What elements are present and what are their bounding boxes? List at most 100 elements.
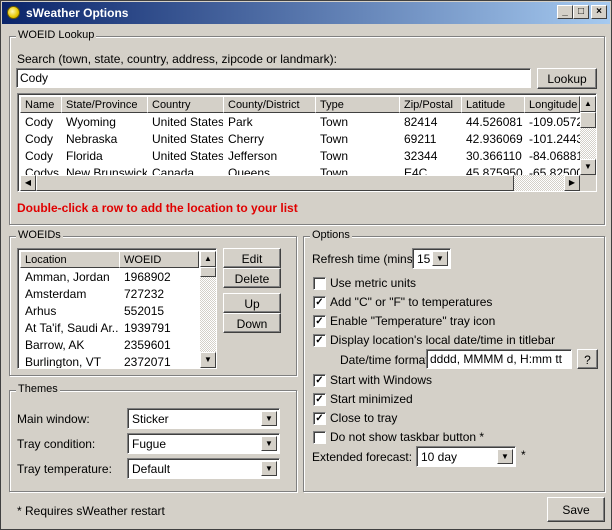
display-local-checkbox[interactable]: ✓ bbox=[313, 334, 326, 347]
main-window-dropdown[interactable]: Sticker ▼ bbox=[127, 408, 280, 429]
column-header-zip[interactable]: Zip/Postal bbox=[399, 96, 462, 113]
minimize-button[interactable]: _ bbox=[557, 5, 573, 19]
cell-woeid: 1939791 bbox=[124, 321, 171, 335]
column-header-county[interactable]: County/District bbox=[223, 96, 316, 113]
cell-woeid: 2372071 bbox=[124, 355, 171, 368]
no-taskbar-checkbox[interactable] bbox=[313, 431, 326, 444]
list-item[interactable]: Barrow, AK 2359601 bbox=[20, 337, 200, 354]
close-button[interactable]: × bbox=[591, 5, 607, 19]
title-bar[interactable]: sWeather Options _ □ × bbox=[2, 2, 610, 24]
maximize-button[interactable]: □ bbox=[573, 5, 589, 19]
cell-longitude: -101.2443 bbox=[529, 132, 580, 146]
table-row[interactable]: Cody Wyoming United States Park Town 824… bbox=[20, 114, 580, 131]
list-item[interactable]: At Ta'if, Saudi Ar... 1939791 bbox=[20, 320, 200, 337]
cell-woeid: 1968902 bbox=[124, 270, 171, 284]
woeid-list[interactable]: Location WOEID Amman, Jordan 1968902 Ams… bbox=[17, 248, 217, 369]
cell-county: Park bbox=[228, 115, 253, 129]
cell-location: At Ta'if, Saudi Ar... bbox=[25, 321, 119, 335]
cell-type: Town bbox=[320, 149, 349, 163]
cell-zip: 32344 bbox=[404, 149, 438, 163]
cell-state: Wyoming bbox=[66, 115, 116, 129]
lookup-vertical-scrollbar[interactable]: ▲ ▼ bbox=[580, 96, 596, 175]
main-window-value: Sticker bbox=[132, 412, 169, 426]
scrollbar-corner bbox=[580, 175, 596, 191]
table-row[interactable]: Codys New Brunswick Canada Queens Town E… bbox=[20, 165, 580, 175]
list-item[interactable]: Amman, Jordan 1968902 bbox=[20, 269, 200, 286]
add-cf-checkbox[interactable]: ✓ bbox=[313, 296, 326, 309]
lookup-hint: Double-click a row to add the location t… bbox=[17, 201, 298, 215]
refresh-time-label: Refresh time (mins): bbox=[312, 252, 421, 266]
cell-type: Town bbox=[320, 132, 349, 146]
scroll-down-arrow-icon[interactable]: ▼ bbox=[200, 352, 216, 368]
datetime-format-input[interactable]: dddd, MMMM d, H:mm tt bbox=[426, 349, 572, 369]
start-minimized-checkbox[interactable]: ✓ bbox=[313, 393, 326, 406]
scroll-thumb[interactable] bbox=[36, 175, 514, 191]
list-item[interactable]: Amsterdam 727232 bbox=[20, 286, 200, 303]
list-item[interactable]: Burlington, VT 2372071 bbox=[20, 354, 200, 368]
chevron-down-icon[interactable]: ▼ bbox=[261, 436, 277, 451]
lookup-button[interactable]: Lookup bbox=[537, 68, 597, 89]
scroll-up-arrow-icon[interactable]: ▲ bbox=[200, 251, 216, 267]
column-header-type[interactable]: Type bbox=[315, 96, 400, 113]
column-header-longitude[interactable]: Longitude bbox=[524, 96, 580, 113]
scroll-right-arrow-icon[interactable]: ▶ bbox=[564, 175, 580, 191]
column-header-name[interactable]: Name bbox=[20, 96, 62, 113]
close-tray-checkbox[interactable]: ✓ bbox=[313, 412, 326, 425]
save-button[interactable]: Save bbox=[547, 497, 605, 522]
cell-longitude: -84.06881 bbox=[529, 149, 580, 163]
lookup-horizontal-scrollbar[interactable]: ◀ ▶ bbox=[20, 175, 580, 191]
down-button[interactable]: Down bbox=[223, 313, 281, 333]
up-button[interactable]: Up bbox=[223, 293, 281, 313]
refresh-time-dropdown[interactable]: 15 ▼ bbox=[412, 248, 451, 269]
column-header-state[interactable]: State/Province bbox=[61, 96, 148, 113]
woeids-title: WOEIDs bbox=[16, 229, 63, 241]
chevron-down-icon[interactable]: ▼ bbox=[432, 251, 448, 266]
cell-county: Cherry bbox=[228, 132, 265, 146]
column-header-latitude[interactable]: Latitude bbox=[461, 96, 525, 113]
cell-country: United States bbox=[152, 149, 223, 163]
tray-icon-label: Enable "Temperature" tray icon bbox=[330, 314, 496, 328]
chevron-down-icon[interactable]: ▼ bbox=[261, 411, 277, 426]
list-item[interactable]: Arhus 552015 bbox=[20, 303, 200, 320]
scroll-up-arrow-icon[interactable]: ▲ bbox=[580, 96, 596, 112]
delete-button[interactable]: Delete bbox=[223, 268, 281, 288]
column-header-location[interactable]: Location bbox=[20, 251, 120, 268]
column-header-woeid[interactable]: WOEID bbox=[119, 251, 199, 268]
metric-units-checkbox[interactable] bbox=[313, 277, 326, 290]
extended-forecast-dropdown[interactable]: 10 day ▼ bbox=[416, 446, 516, 467]
cell-country: United States bbox=[152, 115, 223, 129]
cell-longitude: -109.05725 bbox=[529, 115, 580, 129]
options-title: Options bbox=[310, 229, 352, 241]
scroll-thumb[interactable] bbox=[580, 112, 596, 128]
scroll-thumb[interactable] bbox=[200, 267, 216, 277]
tray-condition-dropdown[interactable]: Fugue ▼ bbox=[127, 433, 280, 454]
chevron-down-icon[interactable]: ▼ bbox=[497, 449, 513, 464]
search-input[interactable]: Cody bbox=[16, 68, 531, 88]
table-row[interactable]: Cody Florida United States Jefferson Tow… bbox=[20, 148, 580, 165]
cell-latitude: 44.526081 bbox=[466, 115, 523, 129]
start-windows-checkbox[interactable]: ✓ bbox=[313, 374, 326, 387]
scroll-left-arrow-icon[interactable]: ◀ bbox=[20, 175, 36, 191]
refresh-time-value: 15 bbox=[417, 252, 431, 266]
scroll-down-arrow-icon[interactable]: ▼ bbox=[580, 159, 596, 175]
start-minimized-label: Start minimized bbox=[330, 392, 413, 406]
help-icon: ? bbox=[584, 353, 591, 367]
tray-condition-value: Fugue bbox=[132, 437, 167, 451]
datetime-help-button[interactable]: ? bbox=[577, 349, 598, 369]
lookup-button-label: Lookup bbox=[547, 72, 587, 86]
edit-button[interactable]: Edit bbox=[223, 248, 281, 268]
tray-temperature-dropdown[interactable]: Default ▼ bbox=[127, 458, 280, 479]
cell-woeid: 552015 bbox=[124, 304, 165, 318]
cell-name: Cody bbox=[25, 149, 54, 163]
chevron-down-icon[interactable]: ▼ bbox=[261, 461, 277, 476]
table-row[interactable]: Cody Nebraska United States Cherry Town … bbox=[20, 131, 580, 148]
column-header-country[interactable]: Country bbox=[147, 96, 224, 113]
cell-zip: 82414 bbox=[404, 115, 438, 129]
woeid-vertical-scrollbar[interactable]: ▲ ▼ bbox=[200, 251, 216, 368]
tray-icon-checkbox[interactable]: ✓ bbox=[313, 315, 326, 328]
sun-icon bbox=[7, 6, 20, 19]
cell-name: Codys bbox=[25, 166, 60, 175]
main-window-label: Main window: bbox=[17, 412, 90, 426]
lookup-results-list[interactable]: Name State/Province Country County/Distr… bbox=[17, 93, 597, 192]
cell-country: Canada bbox=[152, 166, 195, 175]
